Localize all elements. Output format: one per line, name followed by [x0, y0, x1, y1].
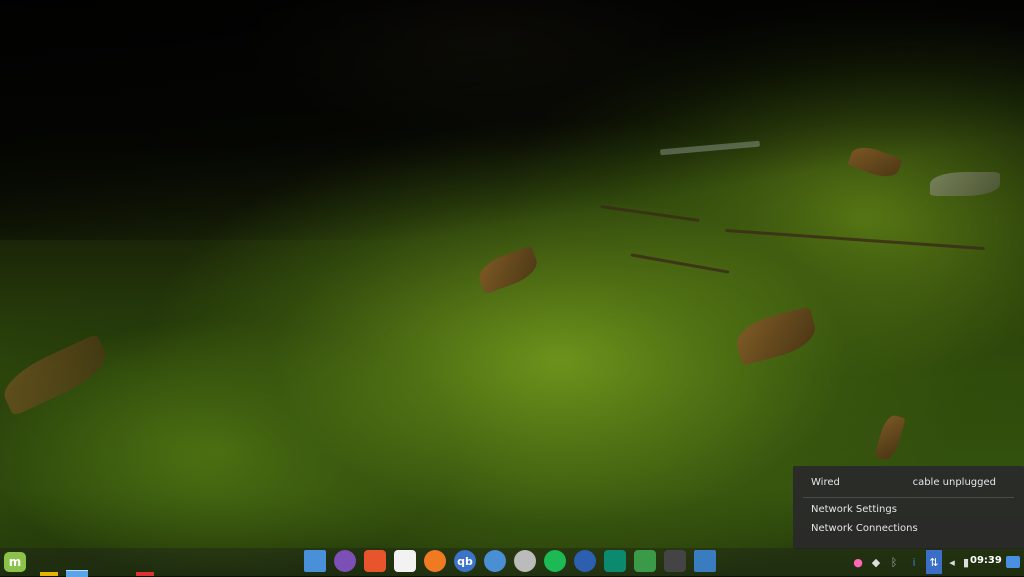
menu-separator: [803, 497, 1014, 498]
network-icon[interactable]: ⇅: [926, 550, 942, 574]
menu-button[interactable]: m: [2, 550, 28, 574]
pidgin-icon[interactable]: [334, 550, 356, 572]
terminal-icon[interactable]: [664, 550, 686, 572]
wallpaper-leaf: [930, 172, 1000, 196]
wired-status: cable unplugged: [912, 477, 996, 488]
night-mode-icon[interactable]: [574, 550, 596, 572]
qbittorrent-icon[interactable]: qb: [454, 550, 476, 572]
bluetooth-icon[interactable]: ᛒ: [886, 553, 902, 571]
spotify-icon[interactable]: [544, 550, 566, 572]
wired-label: Wired: [811, 477, 840, 488]
firefox-icon[interactable]: [424, 550, 446, 572]
window-indicator[interactable]: [136, 572, 154, 576]
notification-icon[interactable]: [1006, 556, 1020, 568]
screenshot-icon[interactable]: [694, 550, 716, 572]
ghost-icon[interactable]: [634, 550, 656, 572]
wired-row[interactable]: Wired cable unplugged: [811, 476, 1006, 490]
wallpaper-shadow: [0, 0, 1024, 240]
linux-mint-menu-icon: m: [4, 552, 26, 572]
weather-icon[interactable]: [484, 550, 506, 572]
network-popup: Wired cable unplugged Network Settings N…: [793, 466, 1024, 549]
text-editor-icon[interactable]: [394, 550, 416, 572]
brave-icon[interactable]: [364, 550, 386, 572]
intel-icon[interactable]: i: [906, 553, 922, 571]
files-icon[interactable]: [304, 550, 326, 572]
clock[interactable]: 09:39: [970, 555, 1002, 571]
window-indicator[interactable]: [40, 572, 58, 576]
bulb-icon[interactable]: ●: [850, 553, 866, 571]
shield-icon[interactable]: ◆: [868, 553, 884, 571]
network-settings-item[interactable]: Network Settings: [811, 503, 1006, 517]
book-icon[interactable]: [604, 550, 626, 572]
network-connections-item[interactable]: Network Connections: [811, 522, 1006, 536]
pop-icon[interactable]: [514, 550, 536, 572]
